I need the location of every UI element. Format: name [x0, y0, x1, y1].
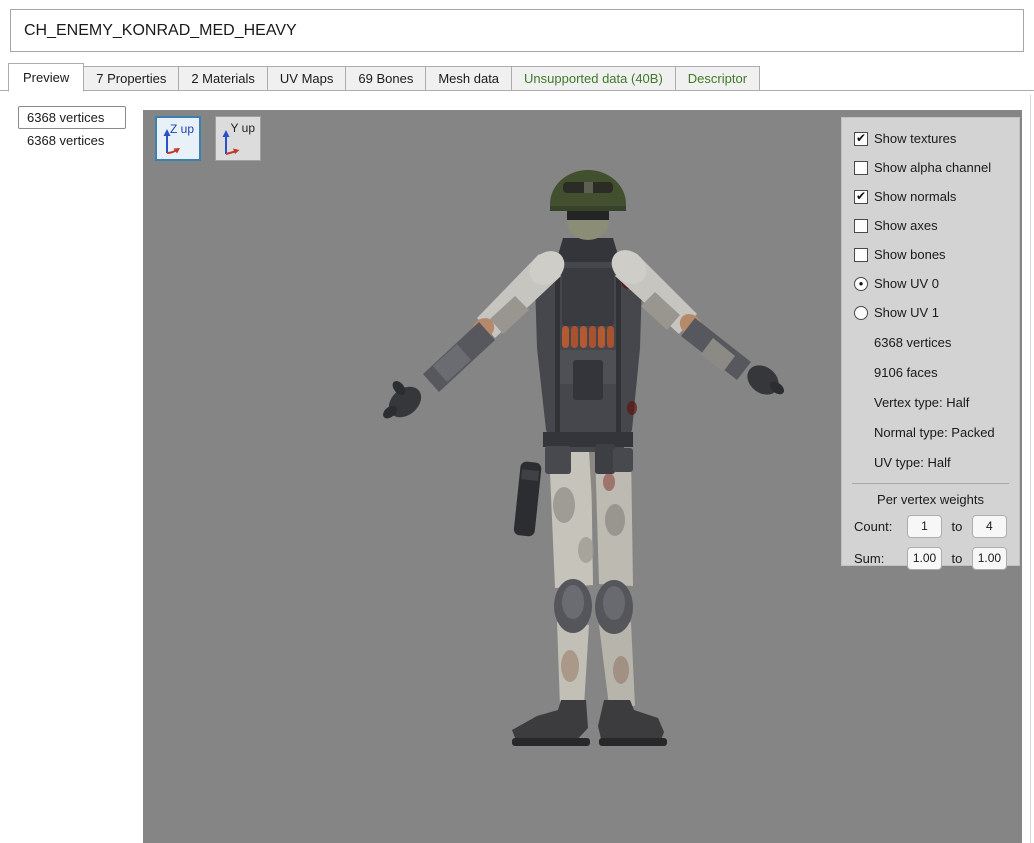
tab-bones[interactable]: 69 Bones — [345, 66, 427, 91]
checkbox-show-axes[interactable]: Show axes — [842, 211, 1019, 240]
stat-vertices: 6368 vertices — [874, 334, 952, 350]
checkbox-box — [854, 218, 868, 233]
stat-vertex-type: Vertex type: Half — [874, 394, 970, 410]
radio-label: Show UV 1 — [874, 305, 940, 320]
sum-max-field[interactable]: 1.00 — [971, 546, 1007, 570]
sum-to-label: to — [951, 550, 963, 566]
radio-circle — [854, 305, 868, 320]
options-panel: ✔ Show textures Show alpha channel ✔ Sho… — [841, 117, 1020, 570]
sum-min-field[interactable]: 1.00 — [906, 546, 943, 570]
check-icon: ✔ — [855, 131, 867, 145]
lod-list: 6368 vertices 6368 vertices — [18, 106, 126, 152]
radio-dot-icon: ● — [858, 278, 864, 288]
tab-materials[interactable]: 2 Materials — [178, 66, 268, 91]
stat-normal-type: Normal type: Packed — [874, 424, 995, 440]
count-min-field[interactable]: 1 — [906, 514, 943, 538]
model-name-field[interactable] — [10, 9, 1024, 52]
checkbox-show-textures[interactable]: ✔ Show textures — [842, 124, 1019, 153]
orientation-buttons: Z up Y up — [155, 116, 261, 161]
checkbox-label: Show axes — [874, 218, 938, 233]
tab-preview[interactable]: Preview — [8, 63, 85, 92]
checkbox-box — [854, 247, 868, 262]
stat-faces: 9106 faces — [874, 364, 938, 380]
radio-show-uv-0[interactable]: ● Show UV 0 — [842, 269, 1019, 298]
tab-bar: Preview 7 Properties 2 Materials UV Maps… — [8, 63, 761, 92]
checkbox-label: Show bones — [874, 247, 946, 262]
tab-properties[interactable]: 7 Properties — [83, 66, 180, 91]
checkbox-label: Show normals — [874, 189, 957, 204]
checkbox-label: Show alpha channel — [874, 160, 992, 175]
tab-mesh-data[interactable]: Mesh data — [425, 66, 513, 91]
checkbox-box: ✔ — [854, 189, 868, 204]
checkbox-box: ✔ — [854, 131, 868, 146]
checkbox-show-bones[interactable]: Show bones — [842, 240, 1019, 269]
viewport-3d[interactable]: Z up Y up ✔ Show textures Show alpha cha… — [143, 110, 1022, 843]
window-edge-line — [1030, 95, 1031, 843]
per-vertex-weights-title: Per vertex weights — [877, 491, 984, 507]
count-max-field[interactable]: 4 — [971, 514, 1007, 538]
count-to-label: to — [951, 518, 963, 534]
tab-uv-maps[interactable]: UV Maps — [266, 66, 347, 91]
z-up-label: Z up — [169, 122, 194, 136]
panel-divider — [852, 483, 1009, 484]
radio-label: Show UV 0 — [874, 276, 940, 291]
soldier-figure — [383, 170, 785, 746]
checkbox-show-normals[interactable]: ✔ Show normals — [842, 182, 1019, 211]
check-icon: ✔ — [855, 189, 867, 203]
tab-descriptor[interactable]: Descriptor — [674, 66, 761, 91]
sum-label: Sum: — [854, 550, 885, 566]
checkbox-box — [854, 160, 868, 175]
checkbox-label: Show textures — [874, 131, 957, 146]
weights-sum-row: Sum: 1.00 to 1.00 — [842, 542, 1019, 574]
z-up-button[interactable]: Z up — [155, 116, 201, 161]
lod-item-1[interactable]: 6368 vertices — [18, 129, 126, 152]
tab-unsupported-data[interactable]: Unsupported data (40B) — [511, 66, 676, 91]
y-up-label: Y up — [230, 121, 255, 135]
stat-uv-type: UV type: Half — [874, 454, 951, 470]
radio-show-uv-1[interactable]: Show UV 1 — [842, 298, 1019, 327]
checkbox-show-alpha-channel[interactable]: Show alpha channel — [842, 153, 1019, 182]
weights-count-row: Count: 1 to 4 — [842, 510, 1019, 542]
count-label: Count: — [854, 518, 893, 534]
lod-item-0[interactable]: 6368 vertices — [18, 106, 126, 129]
radio-circle: ● — [854, 276, 868, 291]
y-up-button[interactable]: Y up — [215, 116, 261, 161]
